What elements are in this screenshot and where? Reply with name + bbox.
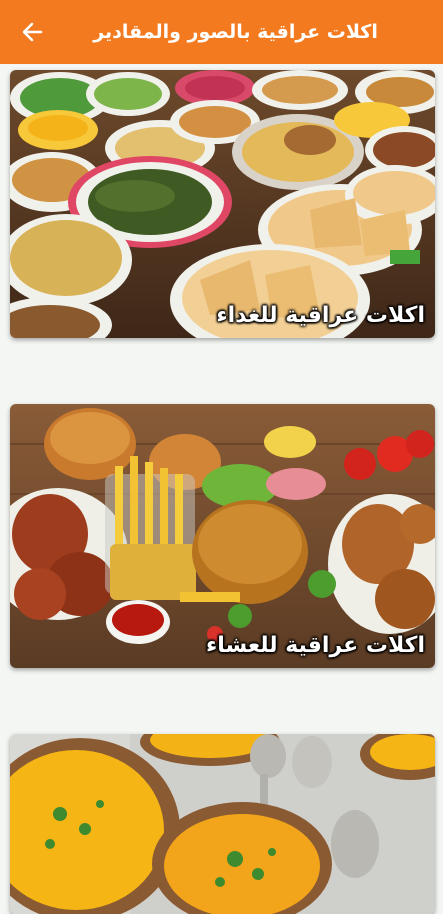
category-card-lunch[interactable]: اكلات عراقية للغداء — [10, 70, 435, 338]
arrow-back-icon — [22, 22, 43, 42]
category-card-dinner[interactable]: اكلات عراقية للعشاء — [10, 404, 435, 668]
soup-bowls-photo — [10, 734, 435, 914]
app-bar: اكلات عراقية بالصور والمقادير — [0, 0, 443, 64]
category-card-soups[interactable] — [10, 734, 435, 914]
category-label: اكلات عراقية للعشاء — [205, 633, 425, 658]
category-label: اكلات عراقية للغداء — [216, 303, 425, 328]
category-list: اكلات عراقية للغداء اكلات عراقية للعشاء — [0, 64, 443, 914]
dinner-dishes-photo — [10, 404, 435, 668]
lunch-dishes-photo — [10, 70, 435, 338]
back-button[interactable] — [14, 14, 50, 50]
page-title: اكلات عراقية بالصور والمقادير — [93, 21, 378, 43]
